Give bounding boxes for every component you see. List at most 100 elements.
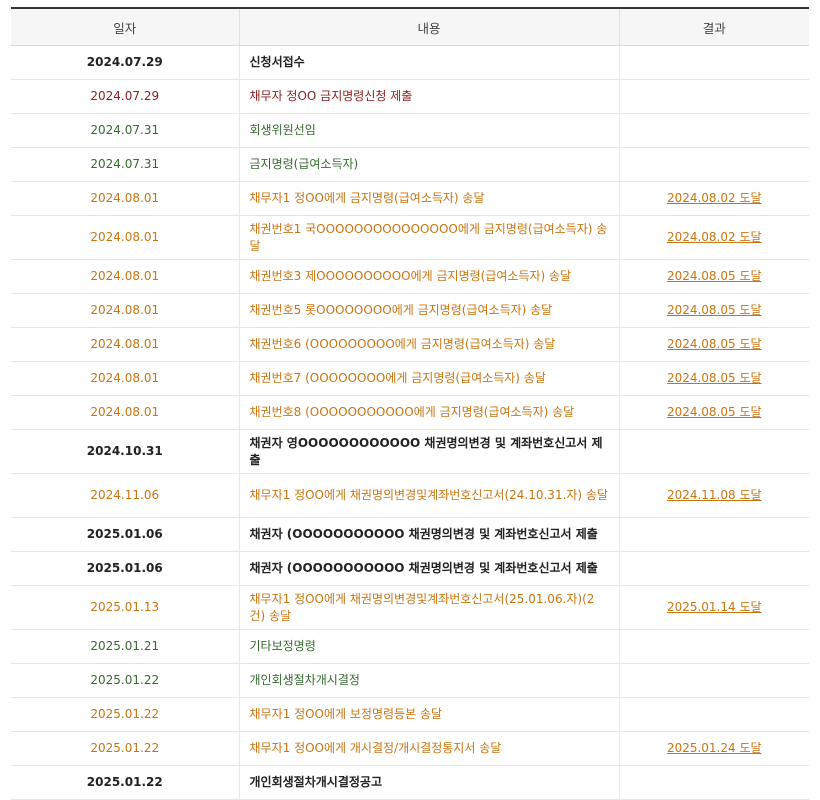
row-date: 2024.11.06 xyxy=(11,473,239,518)
table-row: 2024.08.01 채권번호7 (OOOOOOOO에게 금지명령(급여소득자) … xyxy=(11,361,809,396)
row-content: 채권번호5 롯OOOOOOOO에게 금지명령(급여소득자) 송달 xyxy=(238,293,619,328)
row-date: 2024.07.29 xyxy=(11,79,239,114)
table-row: 2025.01.22 개인회생절차개시결정공고 xyxy=(11,765,809,800)
row-result-cell xyxy=(618,629,809,664)
row-result-cell: 2024.08.02 도달 xyxy=(618,215,809,260)
row-content: 채권번호7 (OOOOOOOO에게 금지명령(급여소득자) 송달 xyxy=(238,361,619,396)
row-content: 채권번호8 (OOOOOOOOOOO에게 금지명령(급여소득자) 송달 xyxy=(238,395,619,430)
row-result-link[interactable]: 2024.08.05 도달 xyxy=(667,303,762,317)
case-progress-table-wrapper: 일자 내용 결과 2024.07.29 신청서접수 2024.07.29 채무자 정O… xyxy=(11,7,809,800)
row-result-cell: 2025.01.24 도달 xyxy=(618,731,809,766)
table-row: 2025.01.06 채권자 (OOOOOOOOOOO 채권명의변경 및 계좌번호… xyxy=(11,517,809,552)
row-content: 채무자1 정OO에게 금지명령(급여소득자) 송달 xyxy=(238,181,619,216)
table-row: 2025.01.21 기타보정명령 xyxy=(11,629,809,664)
row-content: 채권번호3 제OOOOOOOOOO에게 금지명령(급여소득자) 송달 xyxy=(238,259,619,294)
table-row: 2024.07.31 금지명령(급여소득자) xyxy=(11,147,809,182)
row-date: 2024.07.31 xyxy=(11,113,239,148)
row-date: 2024.07.31 xyxy=(11,147,239,182)
row-content: 개인회생절차개시결정 xyxy=(238,663,619,698)
row-date: 2025.01.13 xyxy=(11,585,239,630)
row-result-link[interactable]: 2024.08.05 도달 xyxy=(667,405,762,419)
row-result-cell xyxy=(618,429,809,474)
table-row: 2024.08.01 채권번호6 (OOOOOOOOO에게 금지명령(급여소득자)… xyxy=(11,327,809,362)
table-row: 2024.11.06 채무자1 정OO에게 채권명의변경및계좌번호신고서(24.1… xyxy=(11,473,809,518)
row-date: 2024.07.29 xyxy=(11,45,239,80)
row-date: 2025.01.22 xyxy=(11,663,239,698)
row-date: 2024.08.01 xyxy=(11,361,239,396)
row-content: 신청서접수 xyxy=(238,45,619,80)
row-date: 2024.08.01 xyxy=(11,395,239,430)
row-result-cell xyxy=(618,147,809,182)
table-row: 2024.07.31 회생위원선임 xyxy=(11,113,809,148)
row-result-cell xyxy=(618,663,809,698)
row-content: 채권자 (OOOOOOOOOOO 채권명의변경 및 계좌번호신고서 제출 xyxy=(238,517,619,552)
row-result-link[interactable]: 2024.08.05 도달 xyxy=(667,337,762,351)
row-date: 2025.01.22 xyxy=(11,697,239,732)
row-content: 채무자1 정OO에게 채권명의변경및계좌번호신고서(24.10.31.자) 송달 xyxy=(238,473,619,518)
row-result-link[interactable]: 2024.11.08 도달 xyxy=(667,488,762,502)
row-result-link[interactable]: 2025.01.14 도달 xyxy=(667,600,762,614)
row-result-cell xyxy=(618,79,809,114)
row-result-cell xyxy=(618,765,809,800)
row-date: 2024.08.01 xyxy=(11,293,239,328)
table-row: 2025.01.22 개인회생절차개시결정 xyxy=(11,663,809,698)
row-date: 2025.01.06 xyxy=(11,517,239,552)
row-content: 금지명령(급여소득자) xyxy=(238,147,619,182)
table-row: 2025.01.06 채권자 (OOOOOOOOOOO 채권명의변경 및 계좌번호… xyxy=(11,551,809,586)
row-result-link[interactable]: 2024.08.05 도달 xyxy=(667,269,762,283)
table-row: 2025.01.22 채무자1 정OO에게 개시결정/개시결정통지서 송달 2025… xyxy=(11,731,809,766)
row-content: 기타보정명령 xyxy=(238,629,619,664)
row-content: 채무자 정OO 금지명령신청 제출 xyxy=(238,79,619,114)
row-date: 2024.08.01 xyxy=(11,215,239,260)
row-result-cell xyxy=(618,113,809,148)
row-date: 2025.01.21 xyxy=(11,629,239,664)
row-result-link[interactable]: 2024.08.02 도달 xyxy=(667,230,762,244)
table-row: 2024.08.01 채권번호8 (OOOOOOOOOOO에게 금지명령(급여소득… xyxy=(11,395,809,430)
row-result-cell: 2024.08.05 도달 xyxy=(618,259,809,294)
row-content: 회생위원선임 xyxy=(238,113,619,148)
row-result-cell: 2024.08.05 도달 xyxy=(618,293,809,328)
row-date: 2024.08.01 xyxy=(11,259,239,294)
row-result-cell: 2024.08.05 도달 xyxy=(618,327,809,362)
row-result-link[interactable]: 2024.08.02 도달 xyxy=(667,191,762,205)
table-body: 2024.07.29 신청서접수 2024.07.29 채무자 정OO 금지명령신청 … xyxy=(11,45,809,800)
row-result-cell: 2024.08.02 도달 xyxy=(618,181,809,216)
table-row: 2024.07.29 신청서접수 xyxy=(11,45,809,80)
row-result-cell xyxy=(618,551,809,586)
table-row: 2025.01.22 채무자1 정OO에게 보정명령등본 송달 xyxy=(11,697,809,732)
row-result-link[interactable]: 2024.08.05 도달 xyxy=(667,371,762,385)
row-date: 2024.08.01 xyxy=(11,327,239,362)
row-content: 개인회생절차개시결정공고 xyxy=(238,765,619,800)
row-result-cell: 2025.01.14 도달 xyxy=(618,585,809,630)
row-date: 2025.01.22 xyxy=(11,731,239,766)
row-date: 2025.01.22 xyxy=(11,765,239,800)
row-result-cell: 2024.11.08 도달 xyxy=(618,473,809,518)
row-content: 채권자 영OOOOOOOOOOOO 채권명의변경 및 계좌번호신고서 제출 xyxy=(238,429,619,474)
case-progress-table: 일자 내용 결과 2024.07.29 신청서접수 2024.07.29 채무자 정O… xyxy=(11,7,809,800)
row-content: 채무자1 정OO에게 보정명령등본 송달 xyxy=(238,697,619,732)
table-row: 2024.08.01 채권번호3 제OOOOOOOOOO에게 금지명령(급여소득자… xyxy=(11,259,809,294)
row-result-cell xyxy=(618,697,809,732)
row-content: 채권번호6 (OOOOOOOOO에게 금지명령(급여소득자) 송달 xyxy=(238,327,619,362)
table-row: 2024.08.01 채권번호1 국OOOOOOOOOOOOOOO에게 금지명령(… xyxy=(11,215,809,260)
row-date: 2024.08.01 xyxy=(11,181,239,216)
row-result-cell xyxy=(618,517,809,552)
header-result: 결과 xyxy=(618,7,809,46)
header-date: 일자 xyxy=(11,7,239,46)
table-row: 2024.07.29 채무자 정OO 금지명령신청 제출 xyxy=(11,79,809,114)
row-result-cell: 2024.08.05 도달 xyxy=(618,361,809,396)
row-content: 채무자1 정OO에게 채권명의변경및계좌번호신고서(25.01.06.자)(2건… xyxy=(238,585,619,630)
row-result-cell: 2024.08.05 도달 xyxy=(618,395,809,430)
row-content: 채권번호1 국OOOOOOOOOOOOOOO에게 금지명령(급여소득자) 송달 xyxy=(238,215,619,260)
table-header: 일자 내용 결과 xyxy=(11,7,809,46)
table-row: 2025.01.13 채무자1 정OO에게 채권명의변경및계좌번호신고서(25.0… xyxy=(11,585,809,630)
table-row: 2024.10.31 채권자 영OOOOOOOOOOOO 채권명의변경 및 계좌번… xyxy=(11,429,809,474)
row-date: 2025.01.06 xyxy=(11,551,239,586)
row-content: 채무자1 정OO에게 개시결정/개시결정통지서 송달 xyxy=(238,731,619,766)
row-date: 2024.10.31 xyxy=(11,429,239,474)
row-content: 채권자 (OOOOOOOOOOO 채권명의변경 및 계좌번호신고서 제출 xyxy=(238,551,619,586)
table-row: 2024.08.01 채무자1 정OO에게 금지명령(급여소득자) 송달 2024.… xyxy=(11,181,809,216)
row-result-link[interactable]: 2025.01.24 도달 xyxy=(667,741,762,755)
table-row: 2024.08.01 채권번호5 롯OOOOOOOO에게 금지명령(급여소득자) … xyxy=(11,293,809,328)
row-result-cell xyxy=(618,45,809,80)
